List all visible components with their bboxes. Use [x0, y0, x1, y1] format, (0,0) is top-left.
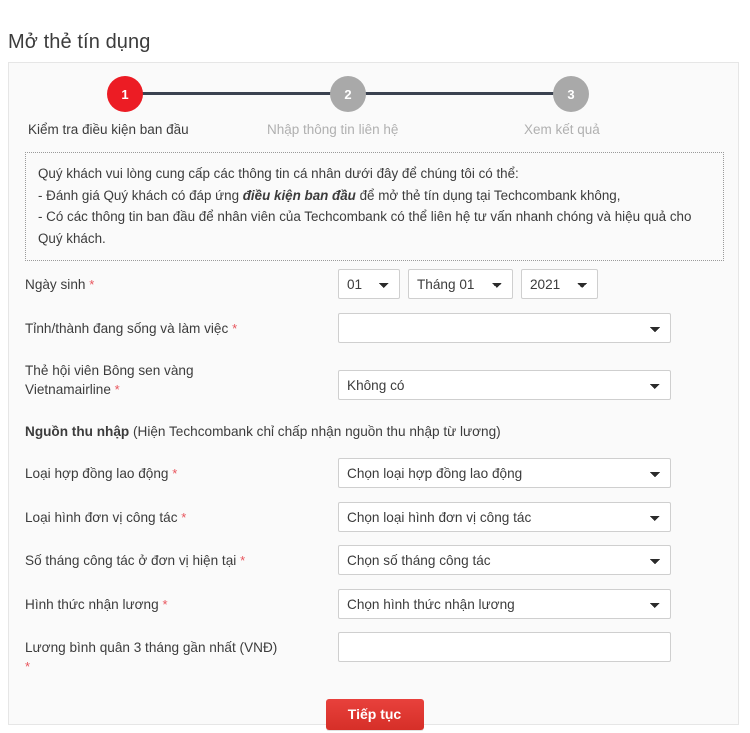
form-row-org-type: Loại hình đơn vị công tác * Chọn loại hì… — [9, 501, 740, 544]
lotusmiles-select[interactable]: Không có — [338, 370, 671, 400]
stepper-step-1[interactable]: 1 — [107, 76, 143, 112]
notice-line-2-before: - Đánh giá Quý khách có đáp ứng — [38, 187, 243, 203]
label-salary-method: Hình thức nhận lương * — [25, 595, 168, 614]
avg-salary-field-group — [338, 632, 671, 662]
label-dob-text: Ngày sinh — [25, 277, 86, 292]
contract-type-field-group: Chọn loại hợp đồng lao động — [338, 458, 671, 488]
income-section-note: (Hiện Techcombank chỉ chấp nhận nguồn th… — [129, 424, 501, 439]
label-province-text: Tỉnh/thành đang sống và làm việc — [25, 321, 229, 336]
notice-line-2-after: để mở thẻ tín dụng tại Techcombank không… — [355, 187, 621, 203]
months-worked-field-group: Chọn số tháng công tác — [338, 545, 671, 575]
notice-line-2-emphasis: điều kiện ban đầu — [242, 187, 356, 203]
label-avg-salary: Lương bình quân 3 tháng gần nhất (VNĐ) * — [25, 638, 277, 676]
org-type-field-group: Chọn loại hình đơn vị công tác — [338, 502, 671, 532]
stepper-step-3-number: 3 — [567, 86, 575, 102]
page-root: Mở thẻ tín dụng 1 2 3 Kiểm tra điều kiện… — [0, 0, 750, 733]
label-org-type-text: Loại hình đơn vị công tác — [25, 510, 178, 525]
dob-day-select[interactable]: 01 — [338, 269, 400, 299]
notice-line-2: - Đánh giá Quý khách có đáp ứng điều kiệ… — [38, 185, 711, 207]
stepper-label-1: Kiểm tra điều kiện ban đầu — [28, 122, 189, 137]
form-row-dob: Ngày sinh * 01 Tháng 01 2021 — [9, 269, 740, 311]
label-contract-type: Loại hợp đồng lao động * — [25, 464, 177, 483]
months-worked-select[interactable]: Chọn số tháng công tác — [338, 545, 671, 575]
stepper-step-3[interactable]: 3 — [553, 76, 589, 112]
stepper-label-2: Nhập thông tin liên hệ — [267, 122, 399, 137]
form-row-salary-method: Hình thức nhận lương * Chọn hình thức nh… — [9, 588, 740, 632]
required-mark-dob: * — [89, 277, 95, 292]
stepper-step-2-number: 2 — [344, 86, 352, 102]
form-row-months-worked: Số tháng công tác ở đơn vị hiện tại * Ch… — [9, 544, 740, 588]
label-province: Tỉnh/thành đang sống và làm việc * — [25, 319, 237, 338]
form-card: 1 2 3 Kiểm tra điều kiện ban đầu Nhập th… — [8, 62, 740, 730]
progress-stepper: 1 2 3 Kiểm tra điều kiện ban đầu Nhập th… — [9, 63, 740, 149]
stepper-connector-2 — [361, 92, 571, 95]
label-avg-salary-text: Lương bình quân 3 tháng gần nhất (VNĐ) — [25, 640, 278, 655]
notice-line-3: - Có các thông tin ban đầu để nhân viên … — [38, 209, 692, 246]
form-row-province: Tỉnh/thành đang sống và làm việc * — [9, 311, 740, 356]
page-title: Mở thẻ tín dụng — [8, 31, 151, 54]
dob-year-select[interactable]: 2021 — [521, 269, 598, 299]
salary-method-select[interactable]: Chọn hình thức nhận lương — [338, 589, 671, 619]
label-lotusmiles-line1: Thẻ hội viên Bông sen vàng — [25, 363, 194, 378]
label-lotusmiles: Thẻ hội viên Bông sen vàng Vietnamairlin… — [25, 361, 194, 399]
dob-field-group: 01 Tháng 01 2021 — [338, 269, 598, 299]
form-row-lotusmiles: Thẻ hội viên Bông sen vàng Vietnamairlin… — [9, 356, 740, 412]
required-mark-org-type: * — [181, 510, 187, 525]
instructions-notice: Quý khách vui lòng cung cấp các thông ti… — [25, 152, 724, 261]
salary-method-field-group: Chọn hình thức nhận lương — [338, 589, 671, 619]
income-section-title: Nguồn thu nhập — [25, 424, 130, 439]
contract-type-select[interactable]: Chọn loại hợp đồng lao động — [338, 458, 671, 488]
stepper-step-1-number: 1 — [121, 86, 129, 102]
form-row-income-heading: Nguồn thu nhập (Hiện Techcombank chỉ chấ… — [9, 412, 740, 457]
label-months-worked-text: Số tháng công tác ở đơn vị hiện tại — [25, 553, 237, 568]
province-field-group — [338, 313, 671, 343]
lotusmiles-field-group: Không có — [338, 370, 671, 400]
label-salary-method-text: Hình thức nhận lương — [25, 597, 159, 612]
required-mark-months-worked: * — [240, 553, 246, 568]
required-mark-contract-type: * — [172, 466, 178, 481]
label-dob: Ngày sinh * — [25, 275, 94, 294]
avg-salary-input[interactable] — [338, 632, 671, 662]
stepper-connector-1 — [139, 92, 351, 95]
continue-button[interactable]: Tiếp tục — [325, 699, 424, 730]
label-months-worked: Số tháng công tác ở đơn vị hiện tại * — [25, 551, 245, 570]
form-row-avg-salary: Lương bình quân 3 tháng gần nhất (VNĐ) * — [9, 632, 740, 682]
org-type-select[interactable]: Chọn loại hình đơn vị công tác — [338, 502, 671, 532]
required-mark-salary-method: * — [162, 597, 168, 612]
submit-area: Tiếp tục — [9, 699, 740, 730]
required-mark-avg-salary: * — [25, 659, 31, 674]
application-form: Ngày sinh * 01 Tháng 01 2021 Tỉnh/thành … — [9, 269, 740, 682]
income-section-heading: Nguồn thu nhập (Hiện Techcombank chỉ chấ… — [25, 422, 501, 441]
label-org-type: Loại hình đơn vị công tác * — [25, 508, 186, 527]
province-select[interactable] — [338, 313, 671, 343]
label-contract-type-text: Loại hợp đồng lao động — [25, 466, 169, 481]
notice-line-1: Quý khách vui lòng cung cấp các thông ti… — [38, 166, 519, 181]
form-row-contract-type: Loại hợp đồng lao động * Chọn loại hợp đ… — [9, 457, 740, 501]
stepper-label-3: Xem kết quả — [524, 122, 600, 137]
label-lotusmiles-line2: Vietnamairline — [25, 382, 111, 397]
required-mark-lotusmiles: * — [114, 382, 120, 397]
stepper-step-2[interactable]: 2 — [330, 76, 366, 112]
dob-month-select[interactable]: Tháng 01 — [408, 269, 513, 299]
required-mark-province: * — [232, 321, 238, 336]
